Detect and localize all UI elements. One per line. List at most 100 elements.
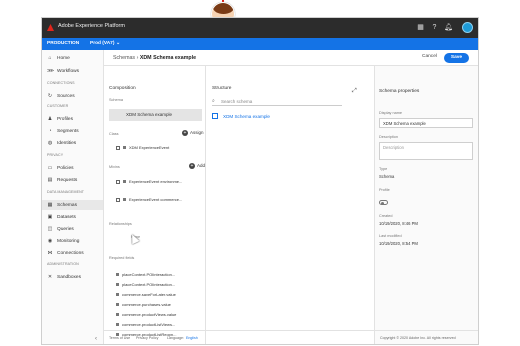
required-field-item[interactable]: commerce.purchases.value (116, 302, 171, 307)
nav-item-monitoring[interactable]: ◉ Monitoring (42, 236, 103, 246)
nav-item-policies[interactable]: ▭ Policies (42, 163, 103, 173)
required-field-item[interactable]: commerce.productListViews... (116, 322, 175, 327)
request-icon: ▤ (47, 177, 53, 183)
lock-icon (123, 198, 126, 201)
nav-item-segments[interactable]: ◔ Segments (42, 126, 103, 136)
dataset-icon: ▣ (47, 214, 53, 220)
nav-section-label: CUSTOMER (47, 104, 69, 108)
nav-section-label: CONNECTIONS (47, 81, 75, 85)
terms-link[interactable]: Terms of Use (109, 336, 130, 340)
required-field-label: placeContext.POIinteraction... (122, 282, 176, 287)
nav-item-schemas[interactable]: ▦ Schemas (42, 200, 103, 210)
schema-icon (212, 113, 218, 119)
properties-panel: Schema properties Display name XDM Schem… (375, 66, 478, 344)
checkbox[interactable] (116, 179, 120, 184)
assign-class-button[interactable]: + Assign (182, 130, 204, 136)
breadcrumb: Schemas › XDM Schema example (113, 55, 196, 61)
required-field-item[interactable]: placeContext.POIinteraction... (116, 282, 175, 287)
lock-icon (116, 323, 119, 326)
lock-icon (116, 273, 119, 276)
checkbox[interactable] (116, 145, 120, 150)
search-placeholder: Search schema (221, 99, 253, 104)
nav-item-label: Policies (57, 165, 74, 171)
user-avatar[interactable] (462, 22, 473, 33)
nav-item-connections[interactable]: ⋈ Connections (42, 248, 103, 258)
created-value: 10/19/2020, 8:46 PM (379, 221, 418, 226)
workflow-icon: ⋙ (47, 68, 55, 74)
collapse-nav-icon[interactable]: ‹ (95, 336, 97, 342)
required-field-item[interactable]: commerce.productViews.value (116, 312, 176, 317)
nav-item-label: Datasets (57, 214, 76, 220)
schema-selected-item[interactable]: XDM Schema example (109, 109, 202, 121)
mixin-item[interactable]: ExperienceEvent environme... (116, 179, 182, 184)
nav-item-label: Profiles (57, 116, 73, 122)
breadcrumb-schemas[interactable]: Schemas (113, 55, 135, 61)
lock-icon (123, 146, 126, 149)
nav-section-label: DATA MANAGEMENT (47, 190, 85, 194)
help-icon[interactable]: ? (430, 23, 439, 32)
required-field-label: commerce.saveForLater.value (122, 292, 176, 297)
nav-section-label: ADMINISTRATION (47, 262, 79, 266)
home-icon: ⌂ (48, 55, 52, 61)
nav-item-sandboxes[interactable]: ✕ Sandboxes (42, 272, 103, 282)
apps-grid-icon[interactable]: ▦ (416, 23, 425, 32)
nav-item-requests[interactable]: ▤ Requests (42, 175, 103, 185)
mixins-label: Mixins (109, 165, 120, 169)
nav-item-label: Connections (57, 250, 84, 256)
profile-toggle[interactable] (379, 200, 388, 205)
display-name-field[interactable]: XDM Schema example (379, 118, 473, 128)
add-mixin-button[interactable]: + Add (189, 163, 205, 169)
nav-item-profiles[interactable]: ♟ Profiles (42, 114, 103, 124)
lock-icon (116, 283, 119, 286)
plus-icon: + (189, 163, 195, 169)
required-field-label: commerce.productListViews... (122, 322, 176, 327)
nav-item-datasets[interactable]: ▣ Datasets (42, 212, 103, 222)
mixin-label: ExperienceEvent commerce... (129, 197, 183, 202)
notifications-bell-icon[interactable]: 🔔︎ (444, 23, 453, 32)
required-field-item[interactable]: commerce.saveForLater.value (116, 292, 176, 297)
nav-item-home[interactable]: ⌂ Home (42, 53, 103, 63)
required-field-item[interactable]: placeContext.POIinteraction... (116, 272, 175, 277)
nav-item-identities[interactable]: ◍ Identities (42, 138, 103, 148)
schema-root-label: XDM Schema example (223, 113, 270, 119)
app-window: Adobe Experience Platform ▦ ? 🔔︎ PRODUCT… (41, 17, 479, 345)
type-label: Type (379, 167, 388, 171)
lock-icon (116, 303, 119, 306)
left-nav: ⌂ Home ⋙ Workflows CONNECTIONS ↻ Sources CUSTOM… (42, 50, 104, 344)
nav-item-label: Schemas (57, 202, 77, 208)
lock-icon (116, 293, 119, 296)
class-item-label: XDM ExperienceEvent (129, 145, 170, 150)
policy-icon: ▭ (47, 165, 53, 171)
identity-icon: ◍ (47, 140, 53, 146)
privacy-link[interactable]: Privacy Policy (136, 336, 158, 340)
sandbox-icon: ✕ (47, 274, 53, 280)
nav-item-queries[interactable]: ◫ Queries (42, 224, 103, 234)
language-label: Language: (167, 336, 184, 340)
nav-item-workflows[interactable]: ⋙ Workflows (42, 66, 103, 76)
nav-item-sources[interactable]: ↻ Sources (42, 91, 103, 101)
schema-root-node[interactable]: XDM Schema example (212, 113, 270, 119)
class-item[interactable]: XDM ExperienceEvent (116, 145, 169, 150)
lock-icon (123, 180, 126, 183)
search-schema-input[interactable]: ⌕ Search schema (212, 97, 342, 106)
language-link[interactable]: English (186, 336, 198, 340)
connection-icon: ⋈ (47, 250, 53, 256)
checkbox[interactable] (116, 197, 120, 202)
monitoring-icon: ◉ (47, 238, 53, 244)
required-fields-label: Required fields (109, 256, 135, 260)
chevron-down-icon[interactable]: ⌄ (116, 41, 120, 46)
nav-item-label: Workflows (57, 68, 80, 74)
mixin-item[interactable]: ExperienceEvent commerce... (116, 197, 182, 202)
org-name[interactable]: PRODUCTION (47, 41, 79, 46)
search-icon: ⌕ (212, 98, 215, 104)
required-field-label: commerce.productViews.value (122, 312, 177, 317)
relationships-label: Relationships (109, 222, 132, 226)
top-bar: Adobe Experience Platform ▦ ? 🔔︎ (42, 18, 478, 38)
cancel-button[interactable]: Cancel (422, 54, 437, 59)
sandbox-switcher[interactable]: Prod (VA7) (90, 41, 114, 46)
description-field[interactable]: Description (379, 142, 473, 160)
expand-icon[interactable]: ⤢ (352, 88, 357, 95)
copyright: Copyright © 2020 Adobe Inc. All rights r… (380, 336, 456, 340)
save-button[interactable]: Save (444, 53, 469, 63)
created-label: Created (379, 214, 393, 218)
